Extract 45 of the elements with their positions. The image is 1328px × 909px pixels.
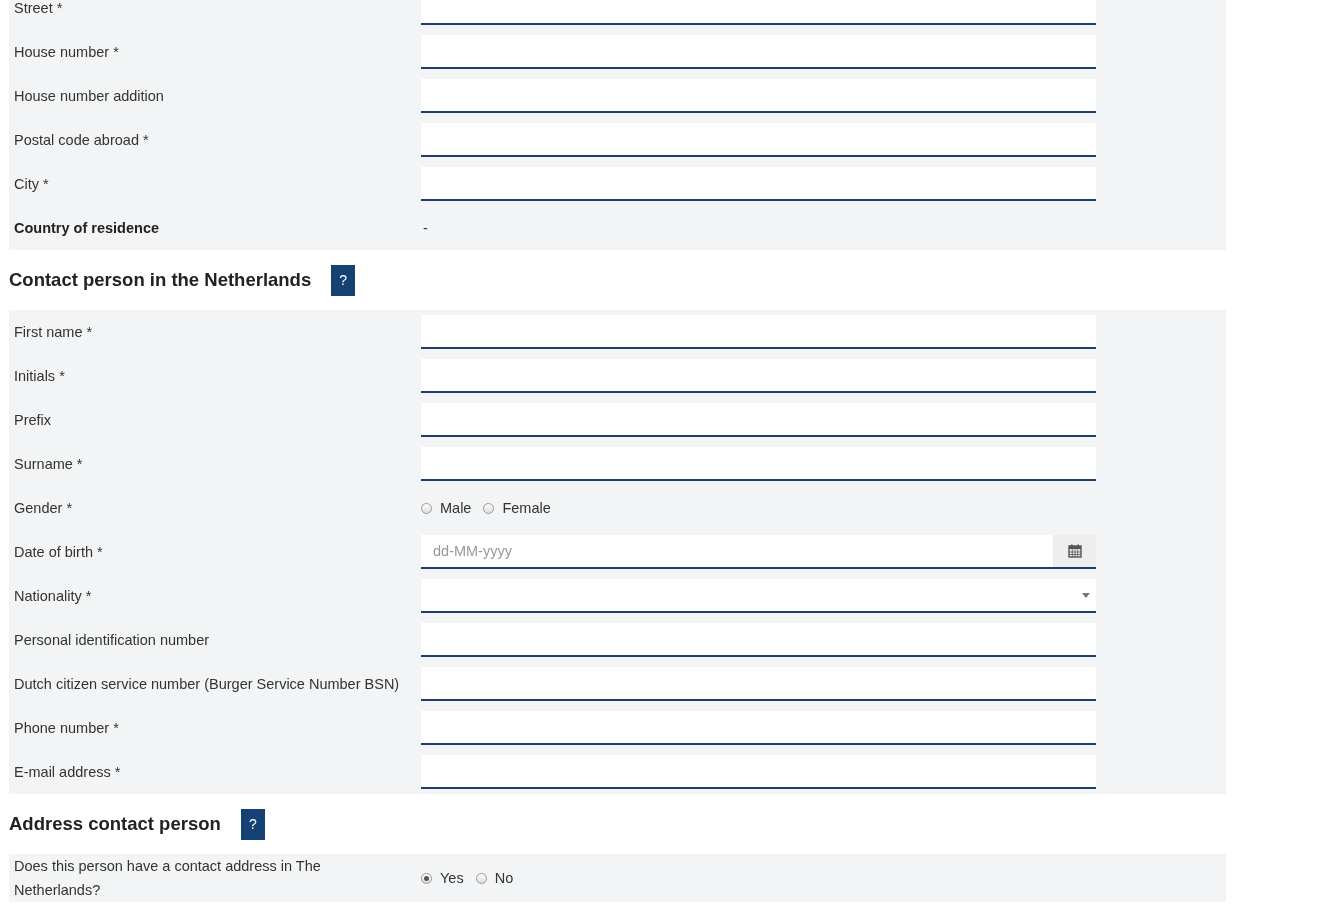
input-field[interactable] xyxy=(421,123,1096,157)
input-field[interactable] xyxy=(421,755,1096,789)
input-field[interactable] xyxy=(421,667,1096,701)
input-field[interactable] xyxy=(421,447,1096,481)
section-heading: Address contact person xyxy=(9,813,221,835)
date-field[interactable]: dd-MM-yyyy xyxy=(421,535,1053,569)
field-label: Initials * xyxy=(13,367,66,386)
help-button[interactable]: ? xyxy=(331,264,356,296)
radio-option[interactable]: Yes xyxy=(421,870,464,886)
calendar-button[interactable] xyxy=(1053,535,1096,569)
field-value: - xyxy=(422,220,428,236)
caret-icon xyxy=(1082,592,1090,598)
field-label: Nationality * xyxy=(13,587,93,606)
field-label: Does this person have a contact address in The Netherlands? xyxy=(13,857,322,900)
field-label: Country of residence xyxy=(13,219,161,238)
select-field[interactable] xyxy=(421,579,1096,613)
input-field[interactable] xyxy=(421,403,1096,437)
input-field[interactable] xyxy=(421,79,1096,113)
field-label: Surname * xyxy=(13,455,84,474)
input-field[interactable] xyxy=(421,35,1096,69)
radio-option[interactable]: No xyxy=(475,870,514,886)
radio-option[interactable]: Male xyxy=(421,500,472,516)
input-field[interactable] xyxy=(421,315,1096,349)
field-label: First name * xyxy=(13,323,94,342)
input-field[interactable] xyxy=(421,0,1096,25)
input-field[interactable] xyxy=(421,359,1096,393)
input-field[interactable] xyxy=(421,623,1096,657)
input-field[interactable] xyxy=(421,167,1096,201)
field-label: Dutch citizen service number (Burger Service Number BSN) xyxy=(13,675,401,694)
field-label: Prefix xyxy=(13,411,53,430)
field-label: Personal identification number xyxy=(13,631,211,650)
calendar-icon xyxy=(1067,544,1082,558)
radio-option[interactable]: Female xyxy=(483,500,551,516)
field-label: Gender * xyxy=(13,499,74,518)
field-label: Street * xyxy=(13,0,64,18)
field-label: House number * xyxy=(13,43,120,62)
field-label: House number addition xyxy=(13,87,165,106)
section-heading: Contact person in the Netherlands xyxy=(9,269,312,291)
field-label: City * xyxy=(13,175,50,194)
field-label: Date of birth * xyxy=(13,543,104,562)
help-button[interactable]: ? xyxy=(240,808,265,840)
field-label: Phone number * xyxy=(13,719,120,738)
field-label: Postal code abroad * xyxy=(13,131,150,150)
field-label: E-mail address * xyxy=(13,763,122,782)
input-field[interactable] xyxy=(421,711,1096,745)
